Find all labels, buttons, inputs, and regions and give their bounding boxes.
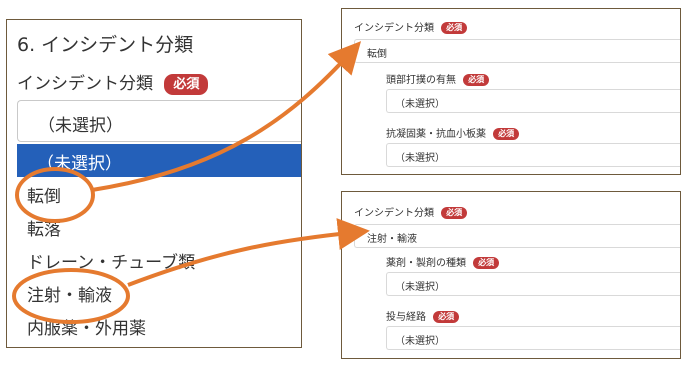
required-badge: 必須 [164,73,209,95]
field-label-text: インシデント分類 [354,23,434,34]
incident-classification-select[interactable]: 注射・輸液 [354,224,680,248]
option-injection-infusion[interactable]: 注射・輸液 [17,276,301,309]
field-label-drug-type: 薬剤・製剤の種類 必須 [386,254,500,269]
option-drain-tube[interactable]: ドレーン・チューブ類 [17,243,301,276]
field-label-text: インシデント分類 [354,208,434,219]
incident-classification-select[interactable]: 転倒 [354,39,680,63]
field-label-text: 薬剤・製剤の種類 [386,258,466,269]
drug-type-select[interactable]: （未選択） [386,272,680,296]
required-badge: 必須 [433,311,460,323]
field-label-route: 投与経路 必須 [386,308,460,323]
fall-detail-panel: インシデント分類 必須 転倒 頭部打撲の有無 必須 （未選択） 抗凝固薬・抗血小… [341,8,681,175]
option-fall-from-height[interactable]: 転落 [17,210,301,243]
required-badge: 必須 [493,128,520,140]
option-unselected[interactable]: （未選択） [17,144,301,177]
anticoagulant-select[interactable]: （未選択） [386,143,680,167]
required-badge: 必須 [473,257,500,269]
field-label-text: 抗凝固薬・抗血小板薬 [386,129,486,140]
required-badge: 必須 [441,207,468,219]
incident-classification-select[interactable]: （未選択） [17,100,301,142]
injection-detail-panel: インシデント分類 必須 注射・輸液 薬剤・製剤の種類 必須 （未選択） 投与経路… [341,191,681,359]
option-oral-topical-medication[interactable]: 内服薬・外用薬 [17,309,301,342]
incident-classification-panel: 6. インシデント分類 インシデント分類 必須 （未選択） （未選択） 転倒 転… [6,19,302,348]
incident-classification-dropdown: （未選択） 転倒 転落 ドレーン・チューブ類 注射・輸液 内服薬・外用薬 [17,144,301,342]
field-label-text: インシデント分類 [17,74,153,94]
field-label-anticoagulant: 抗凝固薬・抗血小板薬 必須 [386,125,520,140]
field-label-incident-classification: インシデント分類 必須 [17,69,209,95]
route-select[interactable]: （未選択） [386,326,680,350]
field-label-incident-classification: インシデント分類 必須 [354,19,468,34]
field-label-text: 投与経路 [386,312,426,323]
field-label-text: 頭部打撲の有無 [386,75,456,86]
required-badge: 必須 [441,22,468,34]
required-badge: 必須 [463,74,490,86]
field-label-head-injury: 頭部打撲の有無 必須 [386,71,490,86]
option-fall[interactable]: 転倒 [17,177,301,210]
section-title: 6. インシデント分類 [17,34,194,56]
field-label-incident-classification: インシデント分類 必須 [354,204,468,219]
head-injury-select[interactable]: （未選択） [386,89,680,113]
